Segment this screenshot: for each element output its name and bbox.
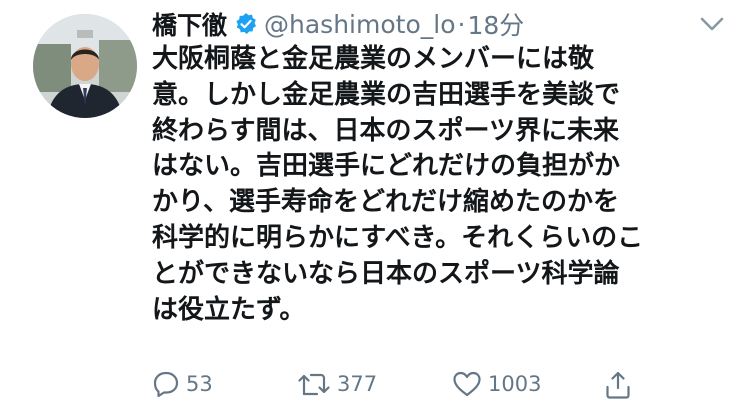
reply-icon [153,371,179,398]
heart-icon [453,371,481,397]
retweet-icon [298,373,330,396]
like-button[interactable]: 1003 [452,370,541,398]
verified-badge-icon [234,12,258,36]
like-count: 1003 [488,372,542,396]
reply-button[interactable]: 53 [152,370,213,398]
separator-dot: · [457,9,466,39]
avatar-image [33,14,137,118]
tweet-text-line: はない。吉田選手にどれだけの負担がか [152,151,621,182]
tweet-text-line: は役立たず。 [152,294,306,325]
tweet-text-line: 終わらす間は、日本のスポーツ界に未来 [152,115,619,146]
retweet-button[interactable]: 377 [297,370,377,398]
user-handle[interactable]: @hashimoto_lo [264,10,455,39]
tweet-text-line: 科学的に明らかにすべき。それくらいのこ [152,222,644,253]
tweet-card: 橋下徹 @hashimoto_lo · 18分 大阪桐蔭と金足農業のメンバーには… [0,0,750,411]
more-options-chevron-icon[interactable] [698,12,726,36]
avatar[interactable] [33,14,137,118]
timestamp[interactable]: 18分 [467,6,524,42]
tweet-text-line: 大阪桐蔭と金足農業のメンバーには敬 [152,44,595,74]
tweet-text-line: とができないなら日本のスポーツ科学論 [152,258,620,289]
retweet-count: 377 [337,372,378,396]
reply-count: 53 [186,372,213,396]
share-button[interactable] [604,370,632,400]
tweet-text-line: 意。しかし金足農業の吉田選手を美談で [152,79,621,110]
tweet-header: 橋下徹 @hashimoto_lo · 18分 [152,6,524,42]
share-icon [606,371,630,399]
tweet-text: 大阪桐蔭と金足農業のメンバーには敬 意。しかし金足農業の吉田選手を美談で 終わら… [152,42,737,328]
display-name[interactable]: 橋下徹 [152,6,227,42]
tweet-text-line: かり、選手寿命をどれだけ縮めたのかを [152,187,619,218]
tweet-actions: 53 377 1003 [152,370,652,404]
